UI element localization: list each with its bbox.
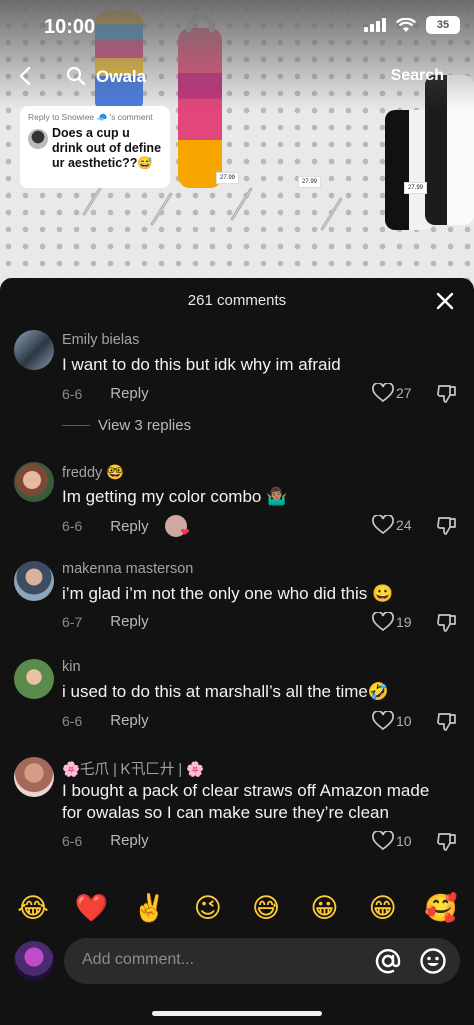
like-button[interactable]: 10 xyxy=(372,831,412,851)
avatar[interactable] xyxy=(14,757,54,797)
comment-username[interactable]: makenna masterson xyxy=(62,561,193,577)
emoji-quick-bar: 😂 ❤️ ✌️ 😉 😅 😀 😁 🥰 xyxy=(0,887,474,931)
comment-text: I bought a pack of clear straws off Amaz… xyxy=(62,781,430,822)
wifi-icon xyxy=(396,17,416,33)
reply-button[interactable]: Reply xyxy=(110,385,148,402)
comment-username[interactable]: kin xyxy=(62,659,81,675)
heart-icon xyxy=(372,612,394,632)
reply-sticker-header: Reply to Snowiee 🧢 's comment xyxy=(28,112,153,122)
emoji-button[interactable]: ❤️ xyxy=(74,887,108,931)
pegboard-hook xyxy=(230,187,253,221)
search-query[interactable]: Owala xyxy=(96,67,146,87)
dislike-icon[interactable] xyxy=(436,383,458,410)
close-icon[interactable] xyxy=(434,290,456,312)
comment-date: 6-6 xyxy=(62,518,83,534)
comment-input-placeholder: Add comment... xyxy=(82,951,195,968)
comment-date: 6-6 xyxy=(62,712,83,729)
comment-input[interactable]: Add comment... xyxy=(64,938,460,984)
price-tag: 27.99 xyxy=(216,172,240,184)
comment-date: 6-6 xyxy=(62,832,83,849)
like-button[interactable]: 10 xyxy=(372,711,412,731)
like-button[interactable]: 27 xyxy=(372,383,412,403)
cellular-signal-icon xyxy=(364,18,386,32)
avatar[interactable] xyxy=(14,330,54,370)
reply-button[interactable]: Reply xyxy=(110,613,148,630)
like-count: 10 xyxy=(396,833,412,849)
comment-date: 6-6 xyxy=(62,385,83,402)
heart-icon xyxy=(372,711,394,731)
like-count: 24 xyxy=(396,517,412,533)
dislike-icon[interactable] xyxy=(436,711,458,738)
creator-liked-badge: ❤ xyxy=(164,515,190,539)
status-time: 10:00 xyxy=(44,16,96,38)
like-count: 10 xyxy=(396,713,412,729)
emoji-button[interactable]: 😂 xyxy=(16,887,50,931)
my-avatar[interactable] xyxy=(14,941,54,981)
emoji-button[interactable]: 🥰 xyxy=(424,887,458,931)
emoji-button[interactable]: 😀 xyxy=(307,887,341,931)
pegboard-hook xyxy=(320,197,343,231)
comment-username[interactable]: 🌸乇爪 | Ꮶ卂匚廾 | 🌸 xyxy=(62,758,204,779)
reply-button[interactable]: Reply xyxy=(110,518,148,535)
dislike-icon[interactable] xyxy=(436,612,458,639)
like-count: 27 xyxy=(396,385,412,401)
emoji-button[interactable]: 😁 xyxy=(366,887,400,931)
search-bar: Owala Search xyxy=(0,58,474,94)
view-replies-label: View 3 replies xyxy=(98,417,192,434)
reply-button[interactable]: Reply xyxy=(110,712,148,729)
price-tag: 27.99 xyxy=(298,176,322,188)
comment-text: i used to do this at marshall’s all the … xyxy=(62,682,390,701)
avatar[interactable] xyxy=(14,462,54,502)
heart-icon: ❤ xyxy=(180,527,190,539)
comment-date: 6-7 xyxy=(62,613,83,630)
dislike-icon[interactable] xyxy=(436,831,458,858)
heart-icon xyxy=(372,515,394,535)
pegboard-hook xyxy=(150,192,173,226)
avatar xyxy=(28,129,48,149)
avatar[interactable] xyxy=(14,659,54,699)
search-button[interactable]: Search xyxy=(391,67,444,85)
view-replies-button[interactable]: View 3 replies xyxy=(62,417,191,434)
search-icon xyxy=(66,66,86,91)
comments-count-title: 261 comments xyxy=(187,292,287,309)
comment-username[interactable]: freddy 🤓 xyxy=(62,464,124,481)
battery-icon: 35 xyxy=(426,16,460,34)
like-button[interactable]: 19 xyxy=(372,612,412,632)
reply-button[interactable]: Reply xyxy=(110,832,148,849)
emoji-button[interactable]: 😉 xyxy=(191,887,225,931)
avatar[interactable] xyxy=(14,561,54,601)
back-arrow-icon[interactable] xyxy=(14,64,38,88)
home-indicator xyxy=(152,1011,322,1016)
like-button[interactable]: 24 xyxy=(372,515,412,535)
heart-icon xyxy=(372,831,394,851)
emoji-picker-icon[interactable] xyxy=(419,947,447,975)
like-count: 19 xyxy=(396,614,412,630)
comment-text: i’m glad i’m not the only one who did th… xyxy=(62,584,394,603)
comment-text: Im getting my color combo 🤷🏽‍♂️ xyxy=(62,487,288,506)
comment-text: I want to do this but idk why im afraid xyxy=(62,355,341,374)
status-bar: 10:00 35 xyxy=(0,0,474,52)
reply-comment-sticker[interactable]: Reply to Snowiee 🧢 's comment Does a cup… xyxy=(20,106,170,188)
heart-icon xyxy=(372,383,394,403)
reply-sticker-text: Does a cup u drink out of define ur aest… xyxy=(52,126,162,170)
mention-at-icon[interactable] xyxy=(374,947,402,975)
price-tag: 27.99 xyxy=(404,182,428,194)
emoji-button[interactable]: ✌️ xyxy=(133,887,167,931)
emoji-button[interactable]: 😅 xyxy=(249,887,283,931)
dislike-icon[interactable] xyxy=(436,515,458,542)
comment-username[interactable]: Emily bielas xyxy=(62,332,139,348)
